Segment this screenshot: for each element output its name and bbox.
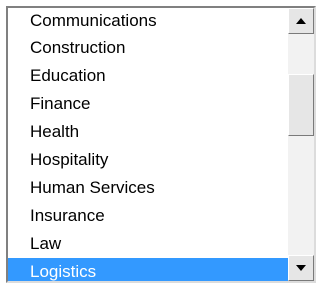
list-item-finance[interactable]: Finance [8, 90, 288, 118]
triangle-up-icon [296, 18, 306, 24]
scrollbar-track[interactable] [288, 34, 314, 255]
vertical-scrollbar[interactable] [288, 8, 314, 281]
list-item-human-services[interactable]: Human Services [8, 174, 288, 202]
scroll-up-button[interactable] [288, 8, 314, 34]
list-item-education[interactable]: Education [8, 62, 288, 90]
list-item-insurance[interactable]: Insurance [8, 202, 288, 230]
triangle-down-icon [296, 265, 306, 271]
list-item-health[interactable]: Health [8, 118, 288, 146]
scrollbar-thumb[interactable] [288, 74, 314, 136]
list-item-logistics-selected[interactable]: Logistics [8, 258, 288, 281]
listbox-items[interactable]: Communications Construction Education Fi… [8, 8, 288, 281]
industry-listbox[interactable]: Communications Construction Education Fi… [6, 6, 316, 283]
list-item-law[interactable]: Law [8, 230, 288, 258]
list-item-hospitality[interactable]: Hospitality [8, 146, 288, 174]
list-item-communications[interactable]: Communications [8, 8, 288, 34]
scroll-down-button[interactable] [288, 255, 314, 281]
list-item-construction[interactable]: Construction [8, 34, 288, 62]
